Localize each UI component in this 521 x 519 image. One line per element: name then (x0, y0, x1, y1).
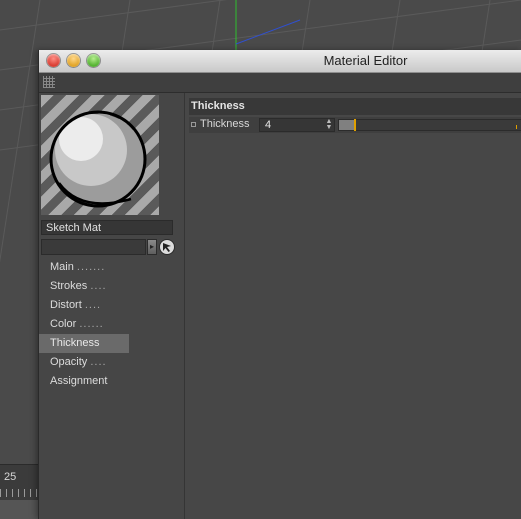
nav-item-main[interactable]: Main ....... (39, 258, 129, 277)
layer-field[interactable] (41, 239, 146, 255)
timeline-ticks (0, 489, 38, 497)
nav-item-label: Strokes (50, 280, 88, 292)
nav-item-label: Opacity (50, 356, 88, 368)
nav-item-thickness[interactable]: Thickness (39, 334, 129, 353)
nav-item-opacity[interactable]: Opacity .... (39, 353, 129, 372)
nav-item-label: Distort (50, 299, 82, 311)
material-preview[interactable] (41, 95, 159, 215)
nav-item-assignment[interactable]: Assignment (39, 372, 129, 391)
nav-item-dots: ...... (79, 318, 104, 330)
param-label: Thickness (200, 118, 250, 130)
material-name-field[interactable]: Sketch Mat (41, 220, 173, 235)
nav-item-distort[interactable]: Distort .... (39, 296, 129, 315)
timeline-ruler[interactable]: 25 (0, 464, 38, 501)
title-bar[interactable]: Material Editor (39, 50, 521, 73)
toolbar (39, 73, 521, 93)
material-editor-window: Material Editor Sketch Mat ▸ Main ......… (38, 50, 521, 519)
nav-item-dots: .... (90, 280, 107, 292)
nav-item-label: Thickness (50, 337, 100, 349)
pick-arrow-icon[interactable] (159, 239, 175, 255)
timeline-base (0, 500, 38, 519)
nav-item-label: Main (50, 261, 74, 273)
slider-handle[interactable] (354, 119, 356, 131)
material-sidebar: Sketch Mat ▸ Main ....... Strokes .... D… (39, 93, 185, 519)
window-title: Material Editor (323, 53, 408, 68)
nav-item-color[interactable]: Color ...... (39, 315, 129, 334)
grip-icon[interactable] (43, 76, 55, 88)
timeline-frame-label: 25 (4, 471, 17, 483)
nav-item-dots: .... (84, 299, 102, 311)
param-value: 4 (265, 119, 272, 131)
nav-item-label: Color (50, 318, 77, 330)
nav-item-label: Assignment (50, 375, 108, 387)
thickness-slider[interactable] (338, 119, 521, 131)
slider-fill (339, 120, 354, 130)
channel-nav: Main ....... Strokes .... Distort .... C… (39, 258, 184, 391)
attributes-panel: Thickness Thickness 4 ▲ ▼ (185, 93, 521, 519)
section-header: Thickness (189, 98, 521, 115)
nav-item-dots: ....... (76, 261, 106, 273)
triangle-right-icon[interactable]: ▸ (147, 239, 157, 255)
x-axis-line (235, 19, 301, 45)
nav-item-strokes[interactable]: Strokes .... (39, 277, 129, 296)
nav-item-dots: .... (90, 356, 107, 368)
thickness-param-row: Thickness 4 ▲ ▼ (189, 117, 521, 133)
animation-dot-icon[interactable] (191, 122, 196, 127)
sketch-sphere-icon (49, 110, 147, 208)
stepper-arrows-icon[interactable]: ▲ ▼ (325, 118, 333, 131)
slider-end-tick (516, 125, 517, 129)
thickness-value-input[interactable]: 4 (259, 118, 335, 132)
